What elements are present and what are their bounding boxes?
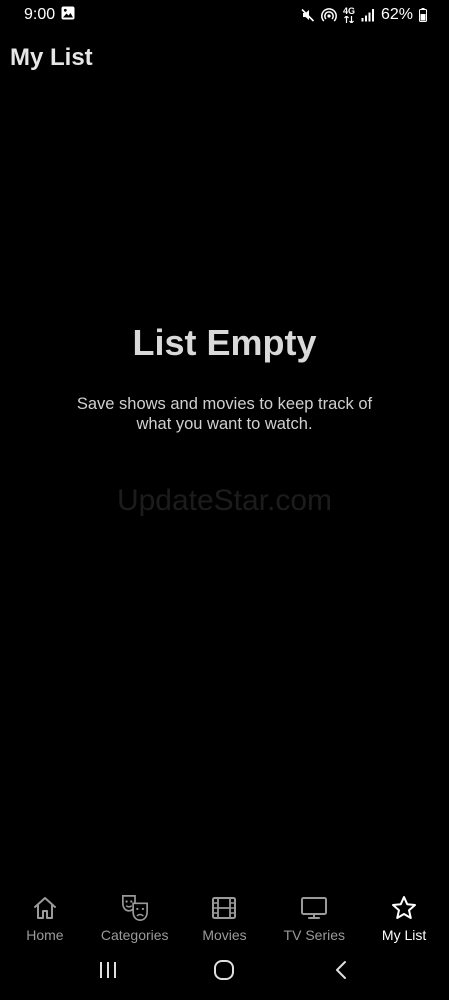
film-icon [210,894,238,922]
nav-item-movies[interactable]: Movies [180,888,270,948]
nav-item-home[interactable]: Home [0,888,90,948]
star-icon [390,894,418,922]
system-home-button[interactable] [199,952,249,992]
status-time: 9:00 [24,6,56,23]
home-icon [31,894,59,922]
status-bar: 9:00 4G 62% [0,0,449,30]
gallery-icon [61,6,75,25]
nav-label-my-list: My List [381,927,427,943]
nav-label-tv-series: TV Series [283,927,346,943]
back-icon [334,960,348,985]
page-title: My List [10,44,93,71]
battery-percent: 62% [380,6,413,23]
watermark: UpdateStar.com [116,484,333,517]
nav-label-movies: Movies [202,927,247,943]
theater-masks-icon [121,894,149,922]
status-left: 9:00 [24,6,75,25]
system-back-button[interactable] [316,952,366,992]
status-right: 4G 62% [301,6,427,24]
hotspot-icon [321,7,337,23]
battery-icon [419,8,427,22]
empty-state: List Empty Save shows and movies to keep… [0,322,449,434]
network-icon: 4G [343,7,355,23]
network-label: 4G [342,6,355,16]
mute-icon [301,8,315,22]
empty-state-title: List Empty [132,322,317,363]
nav-item-categories[interactable]: Categories [90,888,180,948]
empty-state-message: Save shows and movies to keep track of w… [76,395,373,433]
signal-icon [361,8,375,22]
nav-label-home: Home [26,927,64,943]
recents-icon [98,961,118,984]
recents-button[interactable] [83,952,133,992]
nav-item-tv-series[interactable]: TV Series [269,888,359,948]
tv-icon [300,894,328,922]
nav-item-my-list[interactable]: My List [359,888,449,948]
system-nav-bar [0,950,449,994]
home-circle-icon [213,959,235,986]
nav-label-categories: Categories [100,927,169,943]
bottom-nav: Home Categories Movies TV Series My List [0,888,449,948]
